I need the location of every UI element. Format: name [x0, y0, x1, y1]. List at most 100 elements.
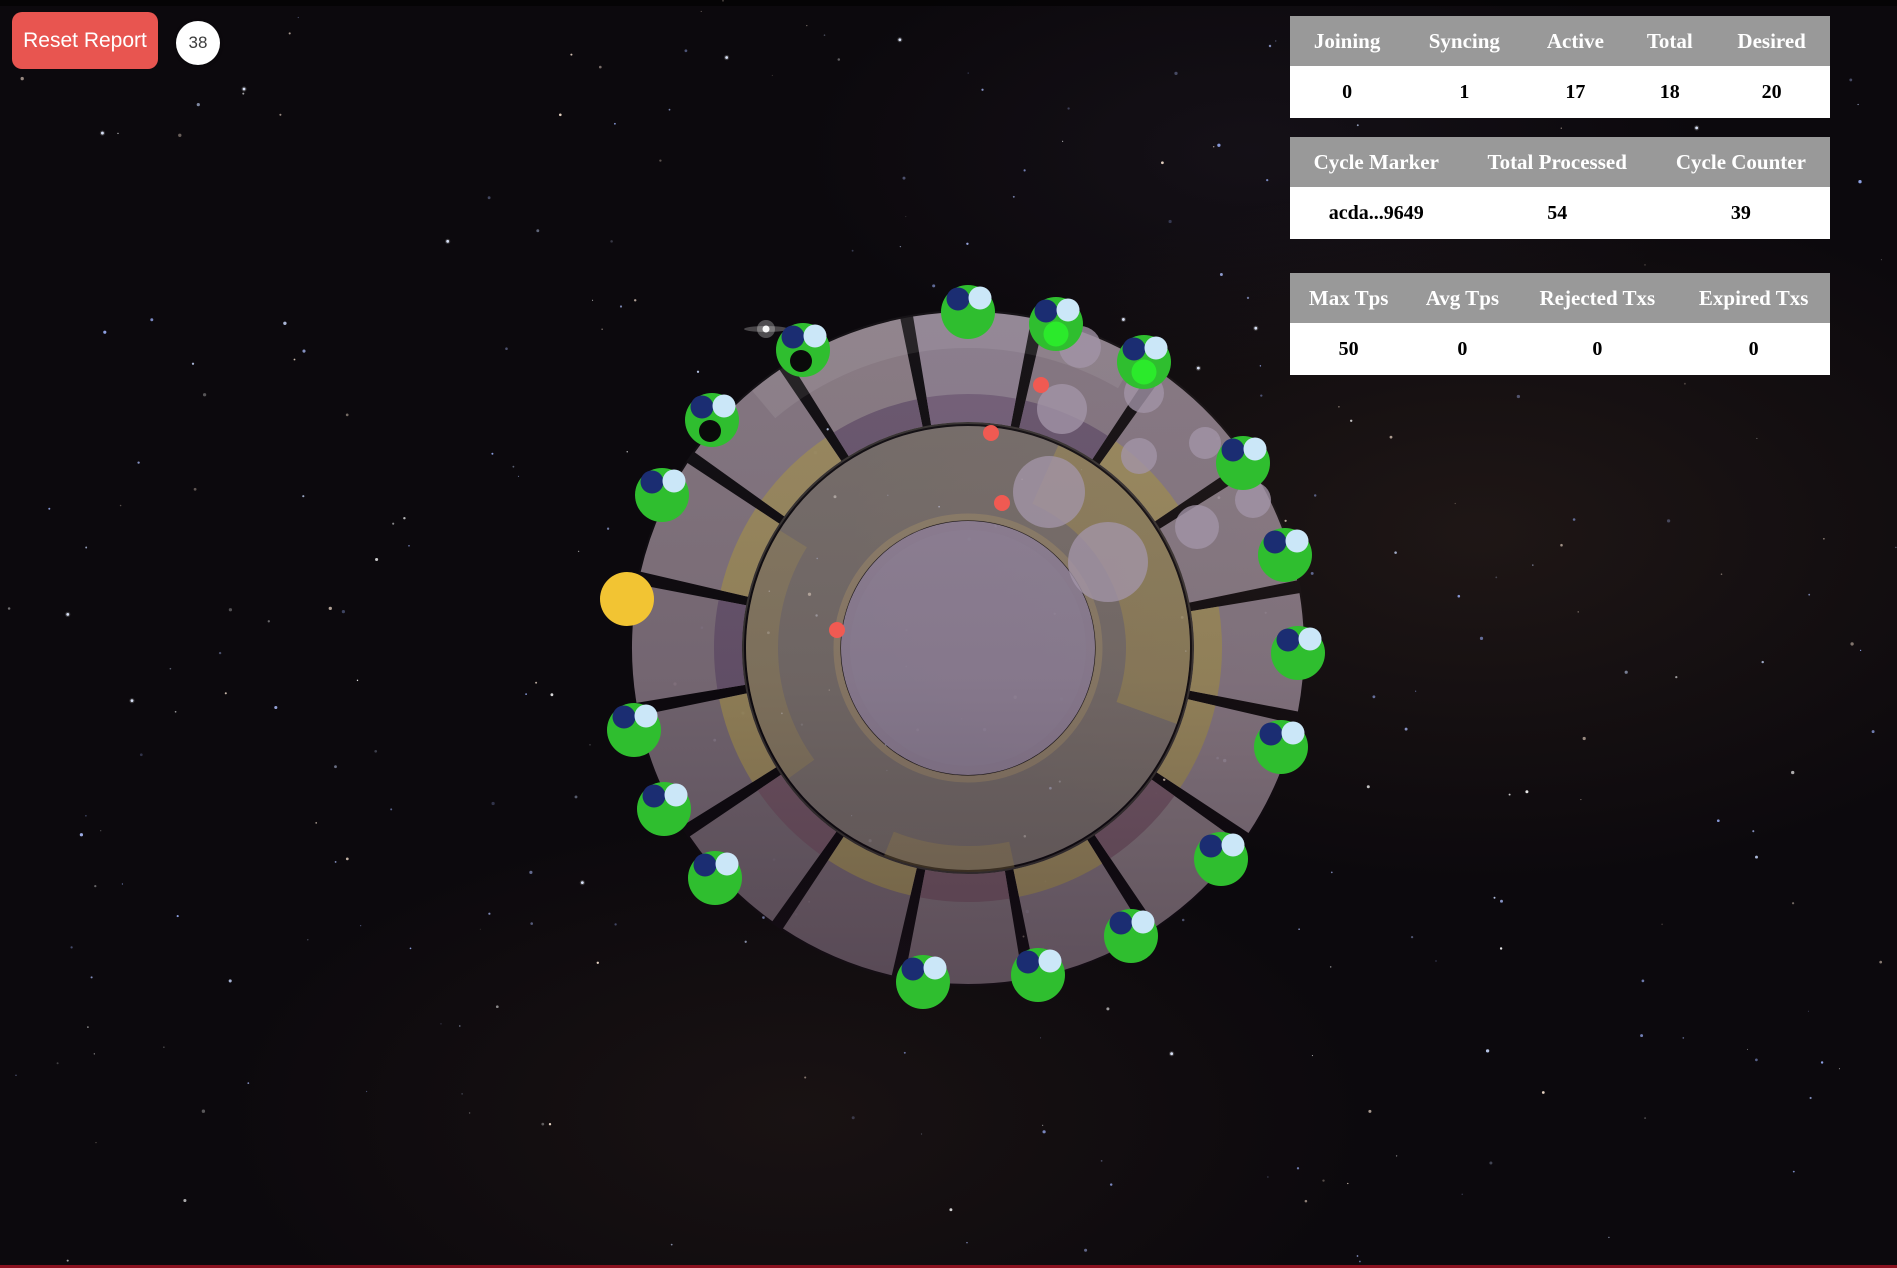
- node-active[interactable]: [1011, 948, 1065, 1002]
- node-marker-brightgreen: [1044, 322, 1069, 347]
- rejected-txs-value: 0: [1517, 323, 1677, 375]
- gray-circle: [1175, 505, 1219, 549]
- col-total-processed: Total Processed: [1463, 137, 1652, 187]
- cycle-info-table: Cycle Marker Total Processed Cycle Count…: [1290, 137, 1830, 239]
- table-row: acda...9649 54 39: [1290, 187, 1830, 239]
- node-marker-lightblue: [804, 325, 827, 348]
- node-marker-lightblue: [924, 957, 947, 980]
- node-marker-navy: [1200, 835, 1223, 858]
- col-joining: Joining: [1290, 16, 1404, 66]
- col-total: Total: [1626, 16, 1713, 66]
- node-marker-navy: [1260, 723, 1283, 746]
- node-marker-brightgreen: [1132, 360, 1157, 385]
- col-active: Active: [1525, 16, 1627, 66]
- red-dot: [994, 495, 1010, 511]
- table-row: 0 1 17 18 20: [1290, 66, 1830, 118]
- node-marker-navy: [691, 396, 714, 419]
- gray-circle: [1013, 456, 1085, 528]
- node-marker-lightblue: [1299, 628, 1322, 651]
- node-active[interactable]: [1254, 720, 1308, 774]
- node-marker-navy: [641, 471, 664, 494]
- node-active[interactable]: [1271, 626, 1325, 680]
- gray-circle: [1121, 438, 1157, 474]
- node-marker-navy: [902, 958, 925, 981]
- tps-stats-table: Max Tps Avg Tps Rejected Txs Expired Txs…: [1290, 273, 1830, 375]
- col-cycle-counter: Cycle Counter: [1652, 137, 1830, 187]
- node-active[interactable]: [1194, 832, 1248, 886]
- node-marker-navy: [1017, 951, 1040, 974]
- node-active[interactable]: [1117, 335, 1171, 389]
- gray-circle: [1189, 427, 1221, 459]
- max-tps-value: 50: [1290, 323, 1407, 375]
- col-max-tps: Max Tps: [1290, 273, 1407, 323]
- node-marker-lightblue: [969, 287, 992, 310]
- node-marker-lightblue: [716, 853, 739, 876]
- node-active[interactable]: [635, 468, 689, 522]
- expired-txs-value: 0: [1677, 323, 1830, 375]
- active-value: 17: [1525, 66, 1627, 118]
- monitor-dashboard: Reset Report 38 Joining Syncing Active T…: [0, 0, 1897, 1268]
- col-expired-txs: Expired Txs: [1677, 273, 1830, 323]
- joining-value: 0: [1290, 66, 1404, 118]
- node-marker-lightblue: [1286, 530, 1309, 553]
- cycle-counter-value: 39: [1652, 187, 1830, 239]
- node-active[interactable]: [1104, 909, 1158, 963]
- report-count-badge: 38: [176, 21, 220, 65]
- gray-circle: [1068, 522, 1148, 602]
- col-desired: Desired: [1713, 16, 1830, 66]
- table-row: 50 0 0 0: [1290, 323, 1830, 375]
- node-active[interactable]: [688, 851, 742, 905]
- node-marker-lightblue: [713, 395, 736, 418]
- node-marker-lightblue: [635, 705, 658, 728]
- col-rejected-txs: Rejected Txs: [1517, 273, 1677, 323]
- node-active[interactable]: [941, 285, 995, 339]
- node-active[interactable]: [776, 323, 830, 377]
- node-marker-lightblue: [1145, 337, 1168, 360]
- avg-tps-value: 0: [1407, 323, 1517, 375]
- node-marker-lightblue: [665, 784, 688, 807]
- node-body[interactable]: [600, 572, 654, 626]
- node-marker-lightblue: [1222, 834, 1245, 857]
- node-marker-navy: [613, 706, 636, 729]
- node-marker-lightblue: [1057, 299, 1080, 322]
- node-active[interactable]: [637, 782, 691, 836]
- node-marker-lightblue: [1282, 722, 1305, 745]
- node-marker-navy: [782, 326, 805, 349]
- node-active[interactable]: [685, 393, 739, 447]
- node-marker-navy: [1035, 300, 1058, 323]
- node-syncing[interactable]: [600, 572, 654, 626]
- node-active[interactable]: [1029, 297, 1083, 351]
- node-active[interactable]: [1258, 528, 1312, 582]
- node-marker-navy: [643, 785, 666, 808]
- total-processed-value: 54: [1463, 187, 1652, 239]
- node-marker-navy: [1264, 531, 1287, 554]
- total-value: 18: [1626, 66, 1713, 118]
- col-avg-tps: Avg Tps: [1407, 273, 1517, 323]
- node-active[interactable]: [607, 703, 661, 757]
- node-marker-navy: [1110, 912, 1133, 935]
- node-marker-navy: [1222, 439, 1245, 462]
- node-marker-navy: [694, 854, 717, 877]
- node-marker-lightblue: [663, 470, 686, 493]
- node-active[interactable]: [1216, 436, 1270, 490]
- node-marker-navy: [1123, 338, 1146, 361]
- col-cycle-marker: Cycle Marker: [1290, 137, 1463, 187]
- node-marker-lightblue: [1244, 438, 1267, 461]
- cycle-marker-value: acda...9649: [1290, 187, 1463, 239]
- node-active[interactable]: [896, 955, 950, 1009]
- red-dot: [829, 622, 845, 638]
- node-marker-lightblue: [1039, 950, 1062, 973]
- node-marker-black: [699, 420, 721, 442]
- desired-value: 20: [1713, 66, 1830, 118]
- reset-report-button[interactable]: Reset Report: [12, 12, 158, 69]
- top-edge-strip: [0, 0, 1897, 6]
- node-counts-table: Joining Syncing Active Total Desired 0 1…: [1290, 16, 1830, 118]
- node-marker-lightblue: [1132, 911, 1155, 934]
- syncing-value: 1: [1404, 66, 1524, 118]
- node-marker-navy: [1277, 629, 1300, 652]
- node-marker-black: [790, 350, 812, 372]
- col-syncing: Syncing: [1404, 16, 1524, 66]
- red-dot: [983, 425, 999, 441]
- red-dot: [1033, 377, 1049, 393]
- node-marker-navy: [947, 288, 970, 311]
